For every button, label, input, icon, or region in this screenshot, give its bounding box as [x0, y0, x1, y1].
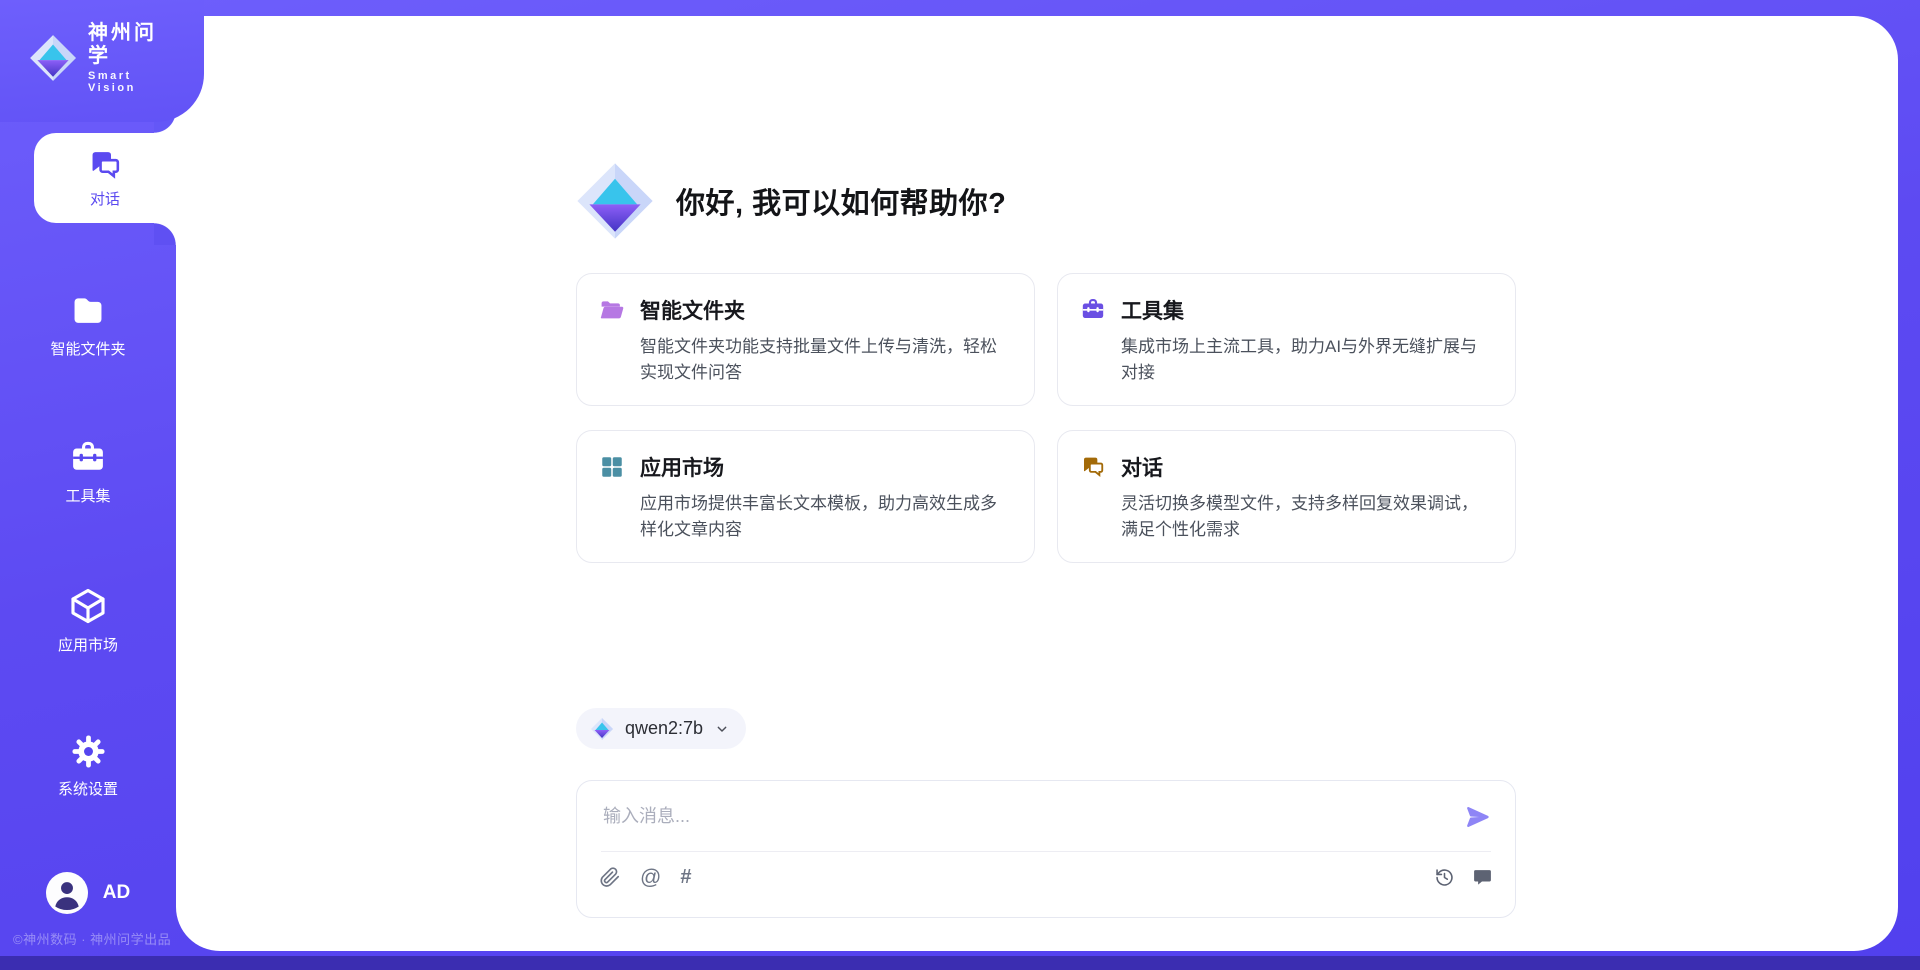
- card-description: 应用市场提供丰富长文本模板，助力高效生成多样化文章内容: [640, 491, 1010, 543]
- avatar: [46, 872, 88, 914]
- grid-icon: [599, 454, 625, 480]
- message-composer: @ #: [576, 780, 1516, 918]
- sidebar-item-label: 系统设置: [58, 778, 118, 799]
- model-selector[interactable]: qwen2:7b: [576, 708, 746, 749]
- brand-subtitle: Smart Vision: [88, 70, 176, 94]
- attach-icon[interactable]: [599, 866, 621, 888]
- sidebar-item-smart-folder[interactable]: 智能文件夹: [0, 292, 176, 359]
- brand: 神州问学 Smart Vision: [28, 22, 176, 94]
- sidebar-item-toolbox[interactable]: 工具集: [0, 439, 176, 506]
- brand-name: 神州问学: [88, 22, 176, 68]
- assistant-logo-icon: [574, 160, 656, 242]
- chat-icon: [1080, 454, 1106, 480]
- sidebar-item-label: 工具集: [65, 485, 110, 506]
- sidebar: 神州问学 Smart Vision 对话 智能文件夹: [0, 0, 176, 970]
- card-title: 工具集: [1121, 295, 1184, 325]
- card-chat[interactable]: 对话 灵活切换多模型文件，支持多样回复效果调试，满足个性化需求: [1057, 430, 1516, 563]
- card-title: 对话: [1121, 452, 1163, 482]
- app-window: 神州问学 Smart Vision 对话 智能文件夹: [0, 0, 1920, 970]
- bottom-accent-strip: [0, 956, 1920, 970]
- card-title: 应用市场: [640, 452, 724, 482]
- user-account[interactable]: AD: [0, 872, 176, 914]
- chevron-down-icon: [714, 721, 730, 737]
- sidebar-item-label: 应用市场: [58, 634, 118, 655]
- brand-logo-icon: [28, 33, 78, 83]
- user-initials: AD: [103, 882, 130, 904]
- topic-icon[interactable]: #: [680, 867, 691, 887]
- greeting-text: 你好, 我可以如何帮助你?: [676, 180, 1006, 222]
- card-description: 集成市场上主流工具，助力AI与外界无缝扩展与对接: [1121, 334, 1491, 386]
- message-input[interactable]: [601, 805, 1451, 828]
- sidebar-item-label: 智能文件夹: [50, 338, 125, 359]
- sidebar-item-settings[interactable]: 系统设置: [0, 733, 176, 799]
- card-title: 智能文件夹: [640, 295, 745, 325]
- greeting: 你好, 我可以如何帮助你?: [574, 160, 1006, 242]
- card-app-market[interactable]: 应用市场 应用市场提供丰富长文本模板，助力高效生成多样化文章内容: [576, 430, 1035, 563]
- card-description: 灵活切换多模型文件，支持多样回复效果调试，满足个性化需求: [1121, 491, 1491, 543]
- sidebar-item-chat[interactable]: 对话: [34, 133, 176, 223]
- chat-icon: [87, 147, 123, 183]
- history-icon[interactable]: [1434, 867, 1455, 888]
- card-smart-folder[interactable]: 智能文件夹 智能文件夹功能支持批量文件上传与清洗，轻松实现文件问答: [576, 273, 1035, 406]
- send-icon[interactable]: [1465, 804, 1491, 830]
- gear-icon: [70, 733, 107, 770]
- toolbox-icon: [69, 439, 107, 477]
- model-name: qwen2:7b: [625, 718, 703, 739]
- cube-icon: [68, 586, 108, 626]
- mention-icon[interactable]: @: [640, 867, 661, 888]
- sidebar-footer-credit: ©神州数码 · 神州问学出品: [13, 929, 171, 948]
- feedback-chat-icon[interactable]: [1472, 867, 1493, 888]
- folder-icon: [69, 292, 107, 330]
- card-toolbox[interactable]: 工具集 集成市场上主流工具，助力AI与外界无缝扩展与对接: [1057, 273, 1516, 406]
- model-logo-icon: [590, 717, 614, 741]
- sidebar-item-label: 对话: [90, 188, 120, 209]
- folder-open-icon: [599, 297, 625, 323]
- sidebar-item-app-market[interactable]: 应用市场: [0, 586, 176, 655]
- toolbox-icon: [1080, 297, 1106, 323]
- feature-cards: 智能文件夹 智能文件夹功能支持批量文件上传与清洗，轻松实现文件问答 工具集 集成…: [576, 273, 1516, 563]
- card-description: 智能文件夹功能支持批量文件上传与清洗，轻松实现文件问答: [640, 334, 1010, 386]
